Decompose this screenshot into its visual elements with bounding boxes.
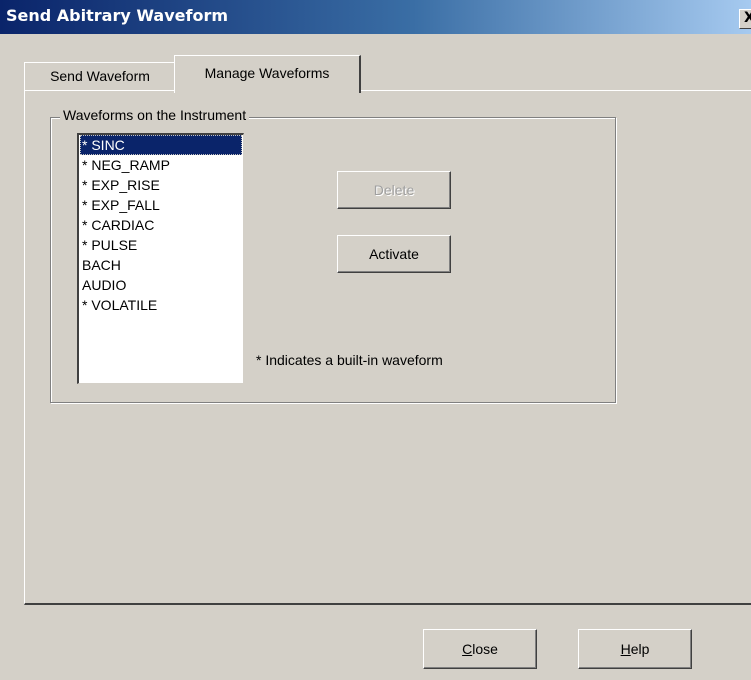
help-mnemonic: H	[620, 641, 631, 657]
close-button[interactable]: Close	[423, 629, 537, 669]
delete-button[interactable]: Delete	[337, 171, 451, 209]
list-item[interactable]: * PULSE	[80, 235, 242, 255]
list-item[interactable]: * CARDIAC	[80, 215, 242, 235]
help-button-label: Help	[621, 641, 650, 657]
help-label-rest: elp	[630, 641, 650, 657]
close-label-rest: lose	[472, 641, 498, 657]
window-title: Send Abitrary Waveform	[6, 6, 229, 25]
help-button[interactable]: Help	[578, 629, 692, 669]
list-item[interactable]: * EXP_FALL	[80, 195, 242, 215]
tab-send-waveform[interactable]: Send Waveform	[24, 62, 176, 90]
list-item[interactable]: * VOLATILE	[80, 295, 242, 315]
close-icon: X	[744, 10, 751, 26]
list-item[interactable]: * EXP_RISE	[80, 175, 242, 195]
list-item[interactable]: * SINC	[80, 135, 242, 155]
title-bar: Send Abitrary Waveform X	[0, 0, 751, 34]
list-item[interactable]: BACH	[80, 255, 242, 275]
waveform-listbox[interactable]: * SINC * NEG_RAMP * EXP_RISE * EXP_FALL …	[77, 133, 244, 384]
tab-manage-waveforms[interactable]: Manage Waveforms	[174, 55, 361, 93]
list-item[interactable]: AUDIO	[80, 275, 242, 295]
close-button-label: Close	[462, 641, 498, 657]
close-mnemonic: C	[462, 641, 473, 657]
activate-button[interactable]: Activate	[337, 235, 451, 273]
window-close-button[interactable]: X	[739, 9, 751, 29]
groupbox-label: Waveforms on the Instrument	[60, 107, 250, 123]
built-in-note: * Indicates a built-in waveform	[256, 352, 443, 368]
tab-manage-waveforms-label: Manage Waveforms	[204, 65, 330, 81]
list-item[interactable]: * NEG_RAMP	[80, 155, 242, 175]
tab-send-waveform-label: Send Waveform	[50, 68, 150, 84]
